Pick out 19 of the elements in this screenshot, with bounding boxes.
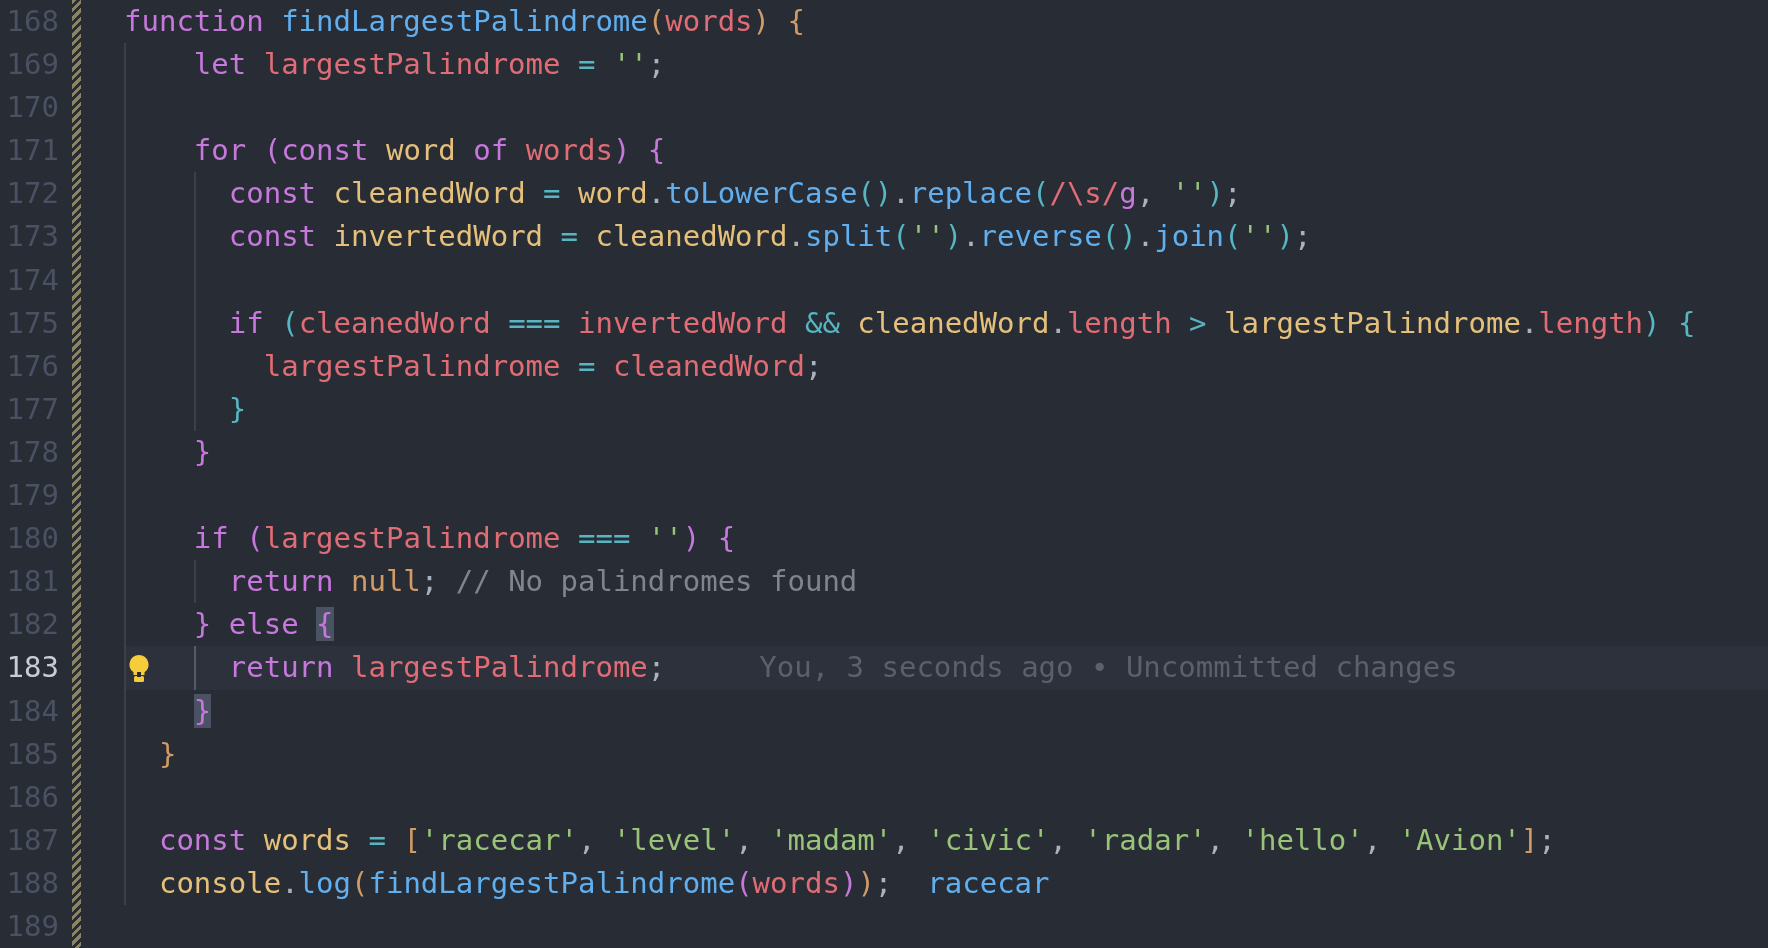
code-line: largestPalindrome = cleanedWord;: [263, 347, 823, 385]
code-line: }: [158, 735, 177, 773]
code-line: const words = ['racecar', 'level', 'madam', 'civic', 'radar', 'hello', 'Avion'];: [158, 821, 1556, 859]
code-line: }: [193, 433, 212, 471]
code-line: let largestPalindrome = '';: [193, 46, 666, 84]
code-line: if (cleanedWord === invertedWord && cleanedWord.length > largestPalindrome.length) {: [228, 304, 1696, 342]
code-line: if (largestPalindrome === '') {: [193, 520, 736, 558]
code-line: const invertedWord = cleanedWord.split('').reverse().join('');: [228, 218, 1312, 256]
code-line: return null; // No palindromes found: [228, 563, 858, 601]
line-number: 183: [5, 649, 60, 687]
code-line: const cleanedWord = word.toLowerCase().replace(/\s/g, '');: [228, 175, 1242, 213]
code-line: for (const word of words) {: [193, 132, 666, 170]
code-line: console.log(findLargestPalindrome(words));: [158, 864, 893, 902]
code-line: function findLargestPalindrome(words) {: [124, 3, 805, 40]
code-line: return largestPalindrome;: [228, 649, 666, 687]
code-line: } else {: [193, 606, 334, 644]
lightbulb-icon[interactable]: [128, 654, 150, 685]
inline-result: racecar: [927, 864, 1050, 902]
code-line: }: [228, 390, 247, 428]
